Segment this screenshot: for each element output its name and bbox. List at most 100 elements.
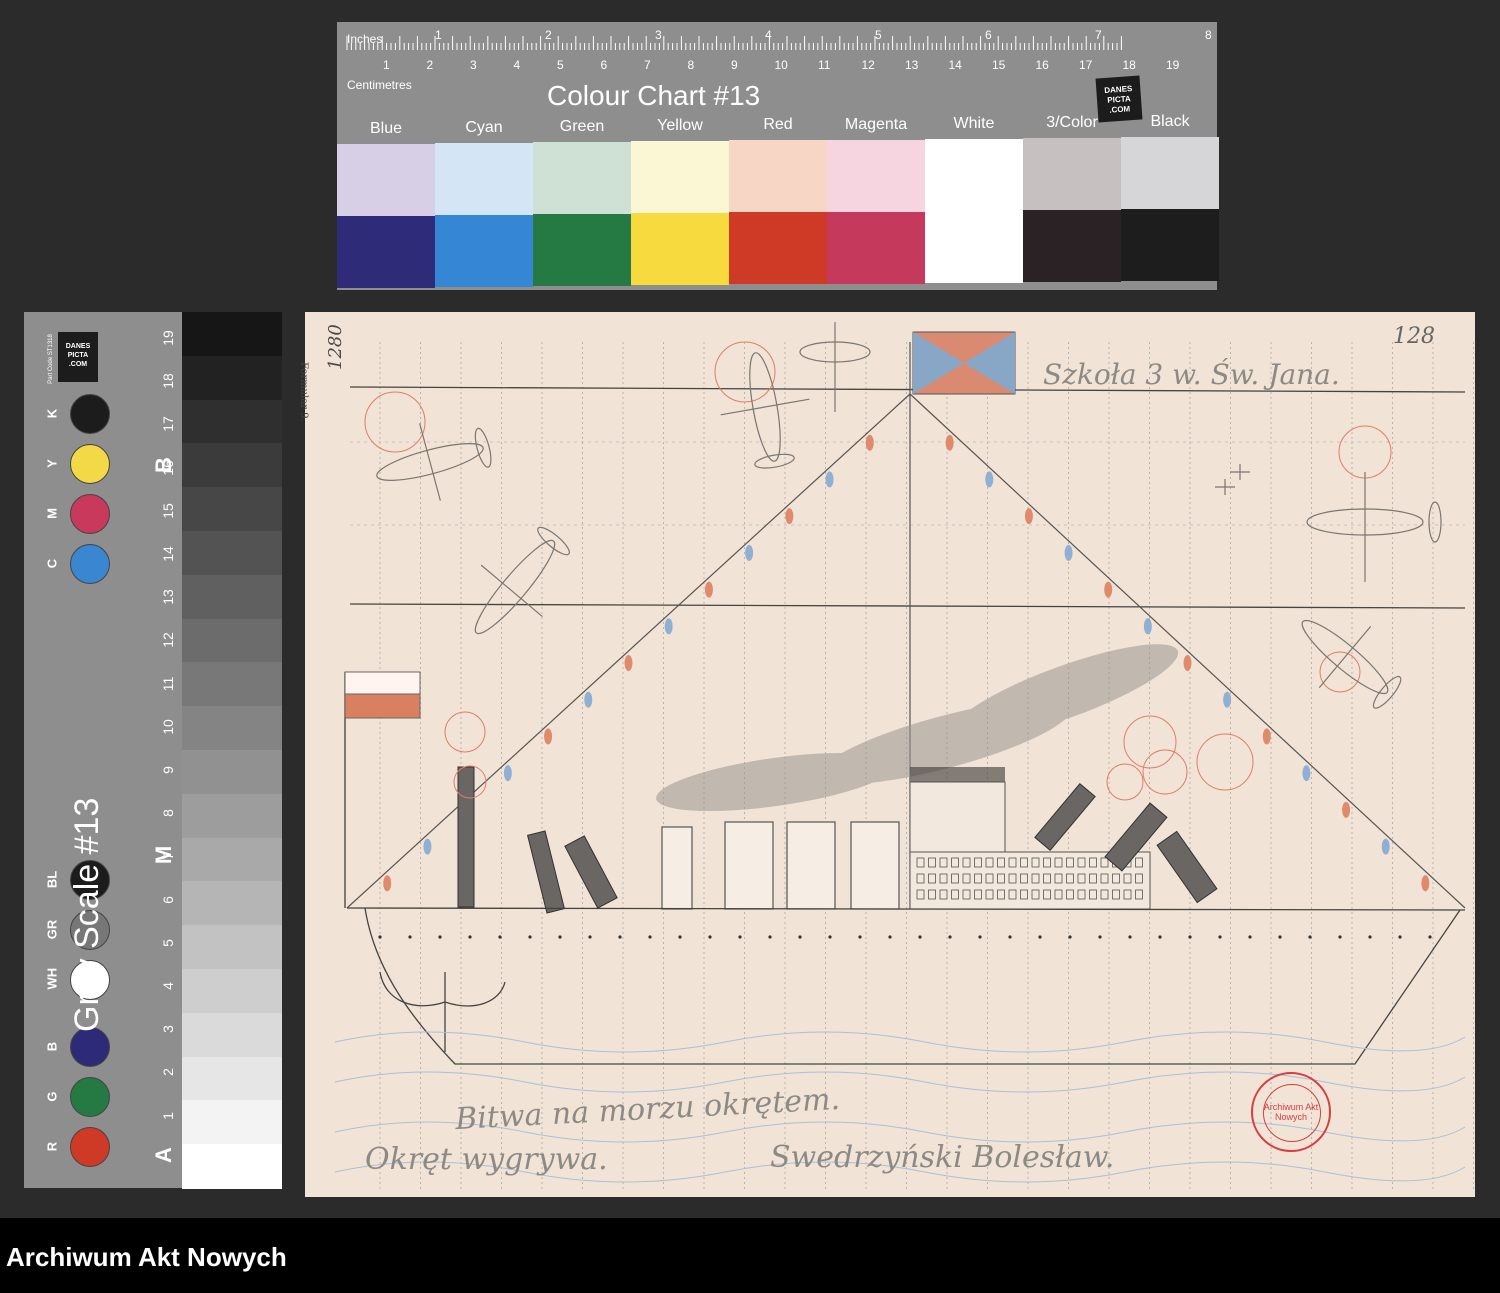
porthole: [1188, 935, 1192, 939]
colour-dot-label: WH: [44, 967, 60, 990]
porthole: [1248, 935, 1252, 939]
grey-scale-number: 6: [160, 895, 176, 904]
colour-dot-label: C: [44, 558, 60, 569]
grey-scale-card: Part Code ST1318 DANES PICTA .COM K Y M C BL…: [24, 312, 282, 1189]
grey-step: [182, 618, 282, 664]
drawing-paper: Formular 9. 1280 128 Szkoła 3 w. Św. Jan…: [298, 312, 1475, 1197]
inch-number: 3: [655, 28, 662, 42]
author-signature: Swedrzyński Bolesław.: [770, 1140, 1115, 1175]
porthole: [1038, 935, 1042, 939]
grey-scale-number: 14: [160, 546, 176, 562]
porthole: [648, 935, 652, 939]
porthole: [798, 935, 802, 939]
pennant: [745, 544, 754, 561]
danes-picta-logo: DANES PICTA .COM: [58, 332, 98, 382]
centimetres-label: Centimetres: [347, 78, 412, 92]
porthole: [1308, 935, 1312, 939]
archive-stamp: Archiwum Akt Nowych: [1251, 1072, 1331, 1152]
swatch-dark: [1121, 208, 1219, 281]
cm-number: 13: [905, 58, 919, 72]
porthole: [1368, 935, 1372, 939]
colour-dot-label: B: [44, 1041, 60, 1052]
inch-number: 5: [875, 28, 882, 42]
porthole: [438, 935, 442, 939]
swatch-name: Green: [559, 118, 605, 136]
colour-dot-label: R: [44, 1141, 60, 1152]
inch-number: 7: [1095, 28, 1102, 42]
grey-scale-letter: A: [151, 1147, 176, 1163]
swatch-name: White: [953, 114, 995, 132]
porthole: [1398, 935, 1402, 939]
inch-number: 1: [435, 28, 442, 42]
grey-step: [182, 969, 282, 1014]
colour-dot-label: Y: [44, 459, 60, 468]
porthole: [858, 935, 862, 939]
swatch-dark: [925, 210, 1023, 283]
pennant: [624, 655, 633, 671]
grey-step: [182, 574, 282, 620]
inch-number: 8: [1205, 28, 1212, 42]
swatch-name: 3/Color: [1046, 113, 1098, 131]
fire-bursts: [364, 341, 1392, 801]
colour-dot: [70, 444, 110, 484]
pennant: [1342, 801, 1351, 818]
institution-name: Archiwum Akt Nowych: [6, 1242, 287, 1272]
inch-number: 2: [545, 28, 552, 42]
grey-step: [182, 837, 282, 883]
inches-label: Inches: [347, 32, 383, 46]
porthole: [618, 935, 622, 939]
grey-scale-number: 19: [160, 330, 176, 346]
cm-number: 2: [426, 58, 434, 72]
porthole: [1098, 935, 1102, 939]
swatch-light: [435, 143, 533, 216]
cm-number: 12: [861, 58, 875, 72]
colour-dot: [70, 1127, 110, 1167]
cm-number: 5: [557, 58, 564, 72]
cm-number: 10: [774, 58, 788, 72]
colour-dot: [70, 494, 110, 534]
grey-step: [182, 312, 282, 357]
pennant: [1104, 581, 1113, 598]
porthole: [1338, 935, 1342, 939]
grey-step: [182, 881, 282, 927]
grey-scale-number: 5: [160, 938, 176, 947]
pennant: [1421, 875, 1430, 892]
grey-step: [182, 793, 282, 839]
grey-scale-number: 17: [160, 416, 176, 433]
stern-flag: [344, 671, 421, 908]
grey-step: [182, 1100, 282, 1146]
pennant: [423, 838, 432, 855]
pennant: [1143, 618, 1152, 635]
porthole: [1218, 935, 1222, 939]
colour-dot-label: GR: [44, 919, 60, 940]
swatch-name: Black: [1150, 112, 1190, 130]
swatch-dark: [729, 212, 827, 285]
hull: [346, 907, 1466, 1065]
grey-step: [182, 443, 282, 489]
pennant: [945, 434, 954, 451]
pennant: [1302, 765, 1311, 782]
porthole: [708, 935, 712, 939]
swatch-grid: [337, 136, 1219, 290]
swatch-name: Cyan: [465, 119, 503, 137]
cm-number: 4: [513, 58, 521, 72]
swatch-dark: [533, 214, 631, 287]
left-margin-number: 1280: [325, 324, 346, 370]
grey-scale-number: 3: [160, 1025, 176, 1034]
bridge-tower: [909, 767, 1151, 910]
footer-bar: Archiwum Akt Nowych: [0, 1218, 1500, 1293]
porthole: [738, 935, 742, 939]
cm-number: 1: [383, 58, 390, 72]
grey-step: [182, 355, 282, 401]
grey-step: [182, 399, 282, 445]
swatch-light: [1121, 136, 1219, 209]
grey-scale-number: 15: [160, 503, 176, 519]
cm-number: 7: [644, 58, 651, 72]
cm-number: 6: [600, 58, 608, 72]
cm-number: 15: [992, 58, 1006, 72]
grey-scale-number: 11: [160, 676, 176, 691]
grey-scale-title: Grey Scale #13: [68, 797, 106, 1032]
pennant: [1381, 838, 1390, 855]
part-code: Part Code ST1318: [47, 334, 54, 384]
porthole: [468, 935, 472, 939]
